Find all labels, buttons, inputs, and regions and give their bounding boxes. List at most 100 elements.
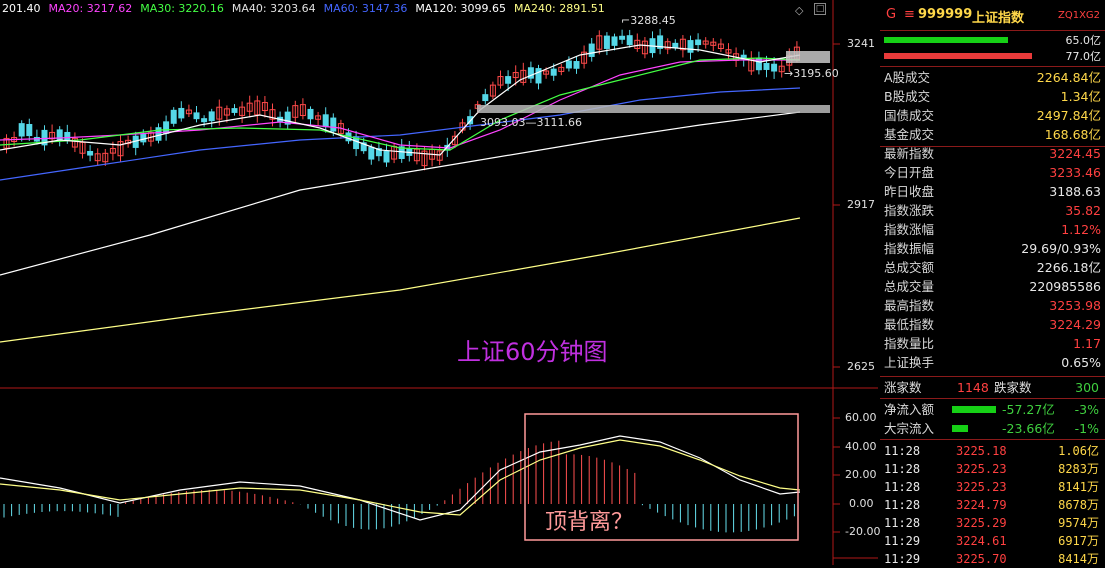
tick-time: 11:28 [884,444,921,458]
menu-icon[interactable]: ≡ [904,7,915,22]
stat-label: 上证换手 [884,355,935,370]
stat-row: 昨日收盘 3188.63 [880,182,1105,201]
ma-legend-item: 201.40 [2,2,41,15]
candle-body [18,123,25,137]
up-volume-value: 65.0亿 [1065,34,1102,47]
candle-body [193,112,200,120]
chart-area[interactable]: 201.40 MA20: 3217.62 MA30: 3220.16 MA40: 32… [0,0,881,565]
stat-row: B股成交 1.34亿 [880,87,1105,106]
code-prefix: G [886,7,897,22]
tick-time: 11:29 [884,552,921,566]
candle-body [64,131,71,141]
stat-label: 指数振幅 [884,241,935,256]
stat-value: 3253.98 [1049,298,1101,313]
resistance-zone [786,51,830,63]
flow-value: -23.66亿 [1002,421,1055,436]
stat-row: 指数涨幅 1.12% [880,220,1105,239]
tick-volume: 8141万 [1058,480,1099,494]
stat-label: B股成交 [884,89,931,104]
stat-label: 指数涨跌 [884,203,935,218]
stat-label: 国债成交 [884,108,935,123]
candle-body [672,42,679,48]
flow-bar [952,425,968,432]
candle-body [763,62,770,70]
candle-body [505,76,512,84]
stat-label: 总成交额 [884,260,935,275]
candle-body [573,61,580,69]
candle-body [208,111,215,122]
stat-value: 29.69/0.93% [1021,241,1101,256]
stat-value: 168.68亿 [1044,127,1101,142]
stat-value: 2264.84亿 [1036,70,1101,85]
stat-value: 35.82 [1065,203,1101,218]
low-annotation: →3195.60 [784,67,839,80]
stat-value: 0.65% [1061,355,1101,370]
stat-row: 基金成交 168.68亿 [880,125,1105,144]
candle-body [322,114,329,128]
support-zone [477,105,830,113]
stat-label: 总成交量 [884,279,935,294]
stat-row: 今日开盘 3233.46 [880,163,1105,182]
flow-value: -57.27亿 [1002,402,1055,417]
down-volume-value: 77.0亿 [1065,50,1102,63]
tick-row: 11:29 3225.70 8414万 [880,550,1105,568]
price-axis-label: 3241 [847,37,875,50]
up-count-label: 涨家数 [884,380,922,395]
candle-body [307,108,314,120]
macd-axis-label: -20.00 [845,525,881,538]
candle-body [170,109,177,124]
tick-price: 3224.79 [956,498,1007,512]
price-axis-label: 2625 [847,360,875,373]
high-annotation: ⌐3288.45 [621,14,676,27]
stat-label: 基金成交 [884,127,935,142]
window-icon[interactable]: □ [814,3,826,15]
stat-value: 3224.29 [1049,317,1101,332]
tick-time: 11:28 [884,480,921,494]
ma-legend-item: MA240: 2891.51 [514,2,605,15]
flow-label: 大宗流入 [884,421,935,436]
stat-row: 总成交量 220985586 [880,277,1105,296]
diamond-icon[interactable]: ◇ [795,4,803,17]
stat-value: 2497.84亿 [1036,108,1101,123]
tick-volume: 8678万 [1058,498,1099,512]
candle-body [687,40,694,53]
candle-body [26,123,33,137]
advance-decline-row: 涨家数 1148 跌家数 300 [880,378,1105,397]
ma240-line [0,217,801,343]
stat-label: 指数量比 [884,336,935,351]
tick-time: 11:28 [884,462,921,476]
candle-body [330,117,337,132]
panel-tag: ZQ1XG2 [1058,10,1101,21]
tick-price: 3224.61 [956,534,1007,548]
stat-row: 指数振幅 29.69/0.93% [880,239,1105,258]
macd-axis-label: 60.00 [845,411,877,424]
macd-axis-label: 0.00 [849,497,874,510]
candle-body [611,36,618,46]
candle-body [771,63,778,72]
stat-row: 最低指数 3224.29 [880,315,1105,334]
tick-row: 11:28 3225.23 8141万 [880,478,1105,496]
candle-body [695,39,702,46]
candle-body [482,94,489,102]
stat-value: 3233.46 [1049,165,1101,180]
chart-title: 上证60分钟图 [457,338,608,366]
tick-time: 11:29 [884,534,921,548]
tick-row: 11:28 3225.29 9574万 [880,514,1105,532]
flow-pct: -1% [1074,421,1099,436]
kline-chart[interactable] [0,0,878,565]
macd-axis-ticks [833,417,840,533]
candle-body [535,68,542,84]
tick-volume: 9574万 [1058,516,1099,530]
moving-average-lines [0,44,801,343]
candle-body [550,68,557,76]
tick-price: 3225.70 [956,552,1007,566]
tick-price: 3225.18 [956,444,1007,458]
flow-bar [952,406,996,413]
stat-label: 昨日收盘 [884,184,935,199]
candle-body [588,43,595,57]
macd-axis-label: 20.00 [845,468,877,481]
down-count-label: 跌家数 [994,380,1032,395]
candle-body [626,35,633,46]
stat-row: 最高指数 3253.98 [880,296,1105,315]
stat-row: 国债成交 2497.84亿 [880,106,1105,125]
